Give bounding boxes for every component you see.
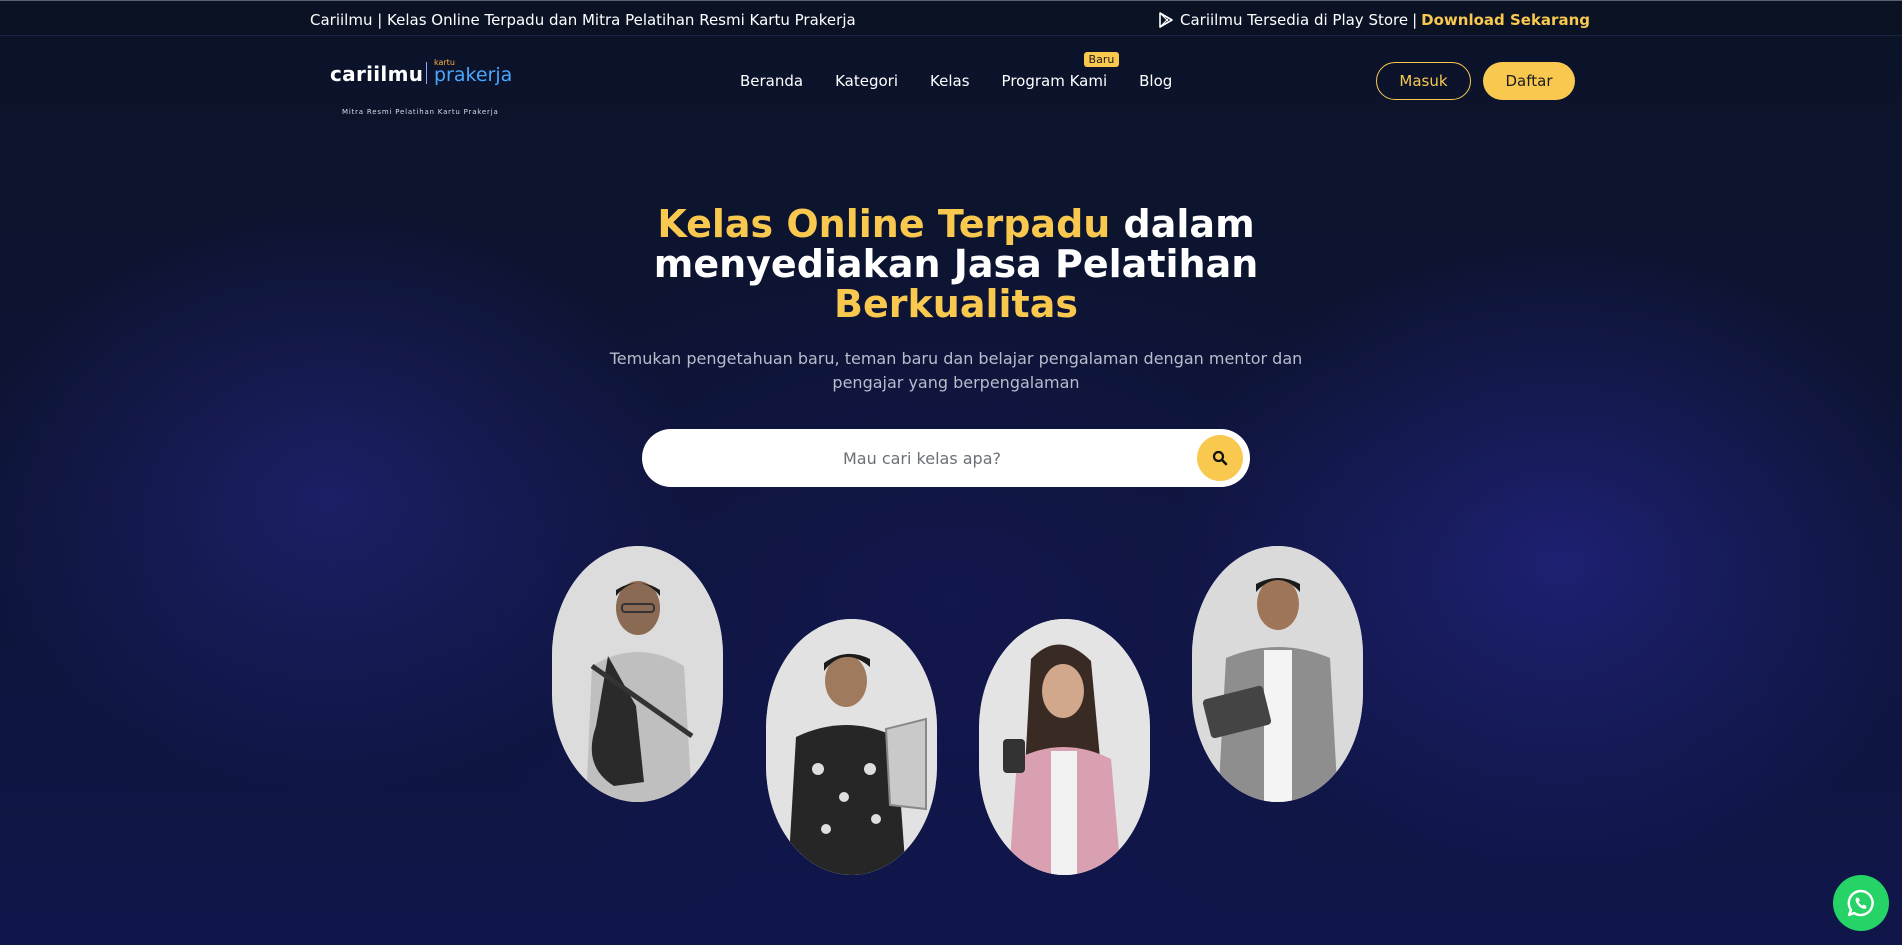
nav-program-kami-label: Program Kami (1001, 72, 1108, 90)
nav-kategori[interactable]: Kategori (835, 72, 898, 90)
main-nav: Beranda Kategori Kelas Program Kami Baru… (740, 52, 1172, 90)
announcement-text: Cariilmu | Kelas Online Terpadu dan Mitr… (310, 11, 856, 29)
new-badge: Baru (1083, 52, 1120, 67)
login-button[interactable]: Masuk (1376, 62, 1471, 100)
hero-title-highlight-2: Berkualitas (834, 282, 1078, 326)
navbar: cariilmu kartu prakerja Mitra Resmi Pela… (0, 36, 1902, 126)
mentor-illustration-3 (979, 619, 1150, 875)
search-bar (642, 429, 1250, 487)
mentor-illustration-2 (766, 619, 937, 875)
hero-title-highlight-1: Kelas Online Terpadu (657, 202, 1111, 246)
search-input[interactable] (672, 429, 1172, 487)
mentor-photo-3 (979, 619, 1150, 875)
hero-subtitle: Temukan pengetahuan baru, teman baru dan… (609, 349, 1303, 392)
logo[interactable]: cariilmu kartu prakerja Mitra Resmi Pela… (330, 58, 520, 116)
whatsapp-icon (1847, 889, 1874, 917)
nav-blog[interactable]: Blog (1139, 72, 1172, 90)
play-store-icon (1159, 12, 1173, 28)
mentor-illustration-1 (552, 546, 723, 802)
separator: | (1412, 11, 1418, 29)
mentor-photo-2 (766, 619, 937, 875)
logo-prakerja: prakerja (434, 64, 513, 86)
mentor-photo-1 (552, 546, 723, 802)
nav-beranda[interactable]: Beranda (740, 72, 803, 90)
search-icon (1212, 450, 1228, 466)
playstore-text: Cariilmu Tersedia di Play Store (1180, 11, 1409, 29)
playstore-promo: Cariilmu Tersedia di Play Store | Downlo… (1158, 11, 1590, 29)
nav-program-kami[interactable]: Program Kami Baru (1001, 52, 1120, 90)
register-button[interactable]: Daftar (1483, 62, 1575, 100)
announcement-bar: Cariilmu | Kelas Online Terpadu dan Mitr… (0, 0, 1902, 36)
mentor-photo-4 (1192, 546, 1363, 802)
nav-kelas[interactable]: Kelas (930, 72, 970, 90)
download-link[interactable]: Download Sekarang (1421, 11, 1590, 29)
whatsapp-button[interactable] (1833, 875, 1889, 931)
logo-cariilmu: cariilmu (330, 62, 424, 86)
mentor-illustration-4 (1192, 546, 1363, 802)
logo-divider (426, 62, 427, 84)
logo-subtitle: Mitra Resmi Pelatihan Kartu Prakerja (342, 108, 499, 116)
search-button[interactable] (1197, 435, 1243, 481)
hero-title: Kelas Online Terpadu dalam menyediakan J… (551, 204, 1361, 324)
